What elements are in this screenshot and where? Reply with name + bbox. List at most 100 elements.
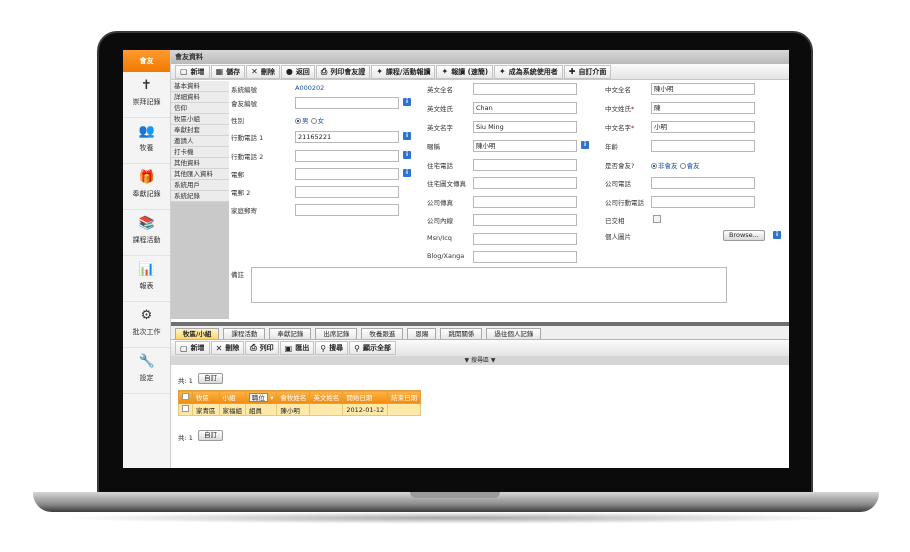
sidebar-item-0[interactable]: ✝ 崇拜記錄 — [123, 72, 170, 118]
email2-input[interactable] — [295, 186, 399, 198]
sidebar-item-4[interactable]: 📊 報表 — [123, 256, 170, 302]
browse-button[interactable]: Browse... — [723, 230, 765, 241]
member-radio[interactable] — [679, 163, 686, 169]
show-all-icon: ⚲ — [354, 343, 360, 353]
sidebar-item-5[interactable]: ⚙ 批次工作 — [123, 302, 170, 348]
gender-female-radio[interactable] — [310, 118, 317, 124]
tab-1[interactable]: 課程活動 — [223, 328, 266, 339]
toolbar-button-1[interactable]: ▦ 儲存 — [210, 64, 246, 79]
nickname-info-icon[interactable]: i — [581, 141, 589, 149]
nav-item-9[interactable]: 系統用戶 — [171, 180, 229, 191]
grid-header-3[interactable]: 會牧姓名 — [276, 390, 311, 404]
sidebar-item-6[interactable]: 🔧 設定 — [123, 348, 170, 394]
sidebar-item-1[interactable]: 👥 牧養 — [123, 118, 170, 164]
nav-item-10[interactable]: 系統紀錄 — [171, 191, 229, 202]
company-phone-input[interactable] — [651, 177, 755, 189]
toolbar2-button-4[interactable]: ⚲ 搜尋 — [315, 341, 349, 355]
nav-item-1[interactable]: 詳細資料 — [171, 92, 229, 103]
sidebar-item-3[interactable]: 📚 課程活動 — [123, 210, 170, 256]
mobile1-input[interactable]: 21165221 — [295, 131, 399, 143]
married-checkbox[interactable] — [653, 215, 661, 223]
toolbar2-button-1[interactable]: ✕ 刪除 — [210, 341, 245, 355]
non-member-radio[interactable] — [651, 163, 657, 169]
sort-select[interactable]: 職位 — [249, 392, 268, 402]
tab-6[interactable]: 跳開關係 — [440, 328, 483, 339]
company-mobile-input[interactable] — [651, 196, 755, 208]
tab-0[interactable]: 牧區/小組 — [175, 328, 220, 339]
toolbar-button-8[interactable]: ✚ 自訂介面 — [563, 64, 612, 79]
report-icon: 📊 — [138, 262, 155, 277]
grid-header-0[interactable]: 牧區 — [192, 390, 220, 404]
grid-header-2[interactable]: 職位 ▾ — [244, 390, 278, 404]
nav-item-2[interactable]: 信仰 — [171, 103, 229, 114]
toolbar2-button-3[interactable]: ▣ 匯出 — [279, 341, 315, 355]
nav-item-6[interactable]: 打卡機 — [171, 147, 229, 158]
nickname-input[interactable]: 陳小明 — [473, 140, 577, 152]
mobile1-info-icon[interactable]: i — [403, 132, 411, 140]
mobile1-label: 行動電話 1 — [231, 134, 264, 142]
toolbar-button-3[interactable]: ● 返回 — [280, 64, 315, 79]
select-all-checkbox[interactable] — [178, 390, 193, 404]
toolbar2-button-0[interactable]: ▢ 新增 — [175, 341, 210, 355]
sort-arrow-icon[interactable]: ▾ — [268, 394, 273, 402]
toolbar-button-4[interactable]: ⎙ 列印會友證 — [315, 64, 371, 79]
row-checkbox[interactable] — [178, 403, 193, 416]
toolbar-button-7[interactable]: ✦ 成為系統使用者 — [494, 64, 563, 79]
msn-input[interactable] — [473, 233, 577, 245]
home-mail-input[interactable] — [295, 204, 399, 216]
home-fax-input[interactable] — [473, 177, 577, 189]
settings-icon: 🔧 — [138, 354, 155, 369]
home-phone-input[interactable] — [473, 159, 577, 171]
grid-header-6[interactable]: 結束日期 — [387, 390, 422, 404]
mobile2-input[interactable] — [295, 150, 399, 162]
sidebar-header-member[interactable]: 會友 — [123, 50, 170, 72]
company-ext-input[interactable] — [473, 214, 577, 226]
sidebar-item-2[interactable]: 🎁 奉獻記錄 — [123, 164, 170, 210]
toolbar-button-6[interactable]: ✦ 報讀 (速簡) — [436, 64, 494, 79]
age-input[interactable] — [651, 140, 755, 152]
table-row[interactable]: 家青區 家福組 組員 陳小明 2012-01-12 — [178, 403, 422, 416]
eng-last-input[interactable]: Chan — [473, 102, 577, 114]
chn-first-input[interactable]: 小明 — [651, 121, 755, 133]
member-id-input[interactable] — [295, 97, 399, 109]
chn-last-input[interactable]: 陳 — [651, 102, 755, 114]
tab-7[interactable]: 過往個人記錄 — [486, 328, 542, 339]
tab-3[interactable]: 出席記錄 — [315, 328, 358, 339]
grid-header-4[interactable]: 英文姓名 — [309, 390, 344, 404]
nav-item-4[interactable]: 奉獻封套 — [171, 125, 229, 136]
nav-item-0[interactable]: 基本資料 — [171, 81, 229, 92]
toolbar2-button-5[interactable]: ⚲ 顯示全部 — [349, 341, 396, 355]
toolbar-button-5[interactable]: ✦ 課程/活動報讀 — [371, 64, 436, 79]
remarks-textarea[interactable] — [251, 267, 727, 303]
main-toolbar: ▢ 新增 ▦ 儲存 ✕ 刪除 ● 返回 ⎙ 列印會友證 ✦ 課程/活動報讀 ✦ 報讀 (速簡) ✦ 成為系統使… — [171, 64, 789, 80]
chn-full-input[interactable]: 陳小明 — [651, 83, 755, 95]
custom-button-top[interactable]: 自訂 — [198, 373, 223, 384]
mobile2-info-icon[interactable]: i — [403, 151, 411, 159]
custom-button-bottom[interactable]: 自訂 — [198, 430, 223, 441]
gender-male-radio[interactable] — [295, 118, 301, 124]
eng-first-input[interactable]: Siu Ming — [473, 121, 577, 133]
grid-header-1[interactable]: 小組 — [218, 390, 246, 404]
eng-full-input[interactable] — [473, 83, 577, 95]
eng-first-label: 英文名字 — [427, 124, 453, 132]
tab-5[interactable]: 恩賜 — [407, 328, 437, 339]
nav-item-8[interactable]: 其他匯入資料 — [171, 169, 229, 180]
nav-item-7[interactable]: 其他資料 — [171, 158, 229, 169]
search-area-toggle[interactable]: ▼ 搜尋區 ▼ — [171, 356, 789, 365]
tab-4[interactable]: 牧養跟進 — [361, 328, 404, 339]
toolbar-button-0[interactable]: ▢ 新增 — [175, 64, 210, 79]
gender-radio-group: 男 女 — [295, 115, 324, 125]
grid-header-5[interactable]: 開始日期 — [342, 390, 389, 404]
nav-item-5[interactable]: 邀請人 — [171, 136, 229, 147]
toolbar-button-label: 成為系統使用者 — [508, 67, 558, 76]
member-id-info-icon[interactable]: i — [403, 98, 411, 106]
blog-input[interactable] — [473, 251, 577, 263]
company-fax-input[interactable] — [473, 196, 577, 208]
photo-info-icon[interactable]: i — [773, 231, 781, 239]
tab-2[interactable]: 奉獻記錄 — [269, 328, 312, 339]
toolbar-button-2[interactable]: ✕ 刪除 — [246, 64, 280, 79]
email-info-icon[interactable]: i — [403, 169, 411, 177]
nav-item-3[interactable]: 牧區小組 — [171, 114, 229, 125]
toolbar2-button-2[interactable]: ⎙ 列印 — [245, 341, 279, 355]
email-input[interactable] — [295, 168, 399, 180]
